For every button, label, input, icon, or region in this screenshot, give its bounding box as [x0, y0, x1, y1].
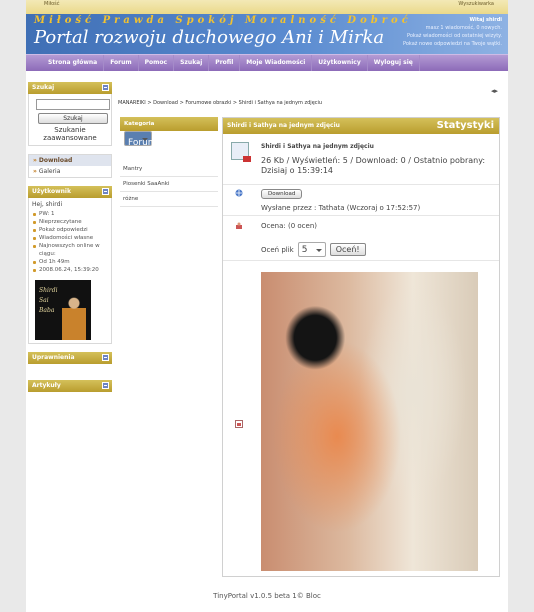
image-file-icon	[231, 142, 251, 162]
rate-form: Oceń plik 5 Oceń!	[261, 242, 366, 257]
user-item[interactable]: Najnowszych online w ciągu:	[32, 242, 108, 258]
bullet-icon: »	[33, 157, 37, 164]
category-item[interactable]: Piosenki SaaAnki	[120, 177, 218, 192]
avatar-text: Baba	[39, 307, 55, 314]
category-list: Kategoria Forumowe obrazki Mantry Piosen…	[120, 117, 218, 207]
nav-logout[interactable]: Wyloguj się	[368, 55, 420, 71]
search-box: Szukaj Szukanie zaawansowane	[28, 94, 112, 146]
menu-item-label: Download	[38, 157, 73, 164]
site-header: Miłość Prawda Spokój Moralność Dobroć Po…	[26, 14, 508, 54]
file-panel-title: Shirdi i Sathya na jednym zdjęciu	[227, 122, 340, 129]
user-item[interactable]: PW: 1	[32, 210, 108, 218]
user-greeting: Witaj shirdi	[469, 17, 502, 23]
site-title[interactable]: Portal rozwoju duchowego Ani i Mirka	[34, 27, 384, 48]
user-item[interactable]: Pokaż odpowiedzi	[32, 226, 108, 234]
menu-item-download[interactable]: » Download	[29, 155, 111, 166]
category-item[interactable]: Forumowe obrazki	[124, 131, 175, 163]
file-panel-header: Shirdi i Sathya na jednym zdjęciu Statys…	[223, 118, 499, 134]
perms-title: Uprawnienia	[32, 354, 75, 361]
avatar: Shirdi Sai Baba	[35, 280, 91, 340]
footer-credit: TinyPortal v1.0.5 beta 1© Bloc	[213, 592, 321, 600]
download-row: Download Wysłane przez : Tathata (Wczora…	[223, 185, 499, 216]
rating-text: Ocena: (0 ocen)	[261, 222, 317, 230]
page: Miłość Wyszukiwarka Miłość Prawda Spokój…	[26, 0, 508, 612]
bullet-icon: »	[33, 168, 37, 175]
nav-profile[interactable]: Profil	[209, 55, 241, 71]
stats-link[interactable]: Statystyki	[437, 118, 494, 134]
top-right-label[interactable]: Wyszukiwarka	[458, 1, 494, 7]
collapse-icon[interactable]	[102, 84, 109, 91]
user-replies[interactable]: Pokaż nowe odpowiedzi na Twoje wątki.	[403, 40, 502, 48]
file-info-row: Shirdi i Sathya na jednym zdjęciu 26 Kb …	[223, 134, 499, 185]
rate-button[interactable]: Oceń!	[329, 243, 366, 256]
collapse-icon[interactable]	[102, 188, 109, 195]
search-box-title: Szukaj	[32, 84, 55, 91]
user-messages[interactable]: masz 1 wiadomość, 0 nowych.	[403, 24, 502, 32]
nav-home[interactable]: Strona główna	[42, 55, 105, 71]
main-nav: Strona główna Forum Pomoc Szukaj Profil …	[26, 54, 508, 71]
search-box-header: Szukaj	[28, 82, 112, 94]
download-button[interactable]: Download	[261, 189, 303, 199]
category-item[interactable]: różne	[120, 192, 218, 207]
rating-icon	[236, 222, 242, 229]
user-item[interactable]: Nieprzeczytane	[32, 218, 108, 226]
avatar-text: Shirdi	[39, 287, 58, 294]
image-icon	[235, 420, 243, 428]
breadcrumb[interactable]: MANAREIKI > Download > Forumowe obrazki …	[118, 100, 322, 106]
avatar-caption: Shirdi Sai Baba	[39, 286, 58, 316]
uploaded-by: Wysłane przez : Tathata (Wczoraj o 17:52…	[261, 204, 421, 212]
search-button[interactable]: Szukaj	[38, 113, 108, 124]
sidebar: Szukaj Szukaj Szukanie zaawansowane » Dow…	[28, 82, 112, 392]
user-hello: Hej, shirdi	[32, 201, 63, 208]
collapse-icon[interactable]	[102, 354, 109, 361]
user-unread[interactable]: Pokaż wiadomości od ostatniej wizyty.	[403, 32, 502, 40]
nav-forum[interactable]: Forum	[104, 55, 139, 71]
category-header: Kategoria	[120, 117, 218, 131]
avatar-text: Sai	[39, 297, 49, 304]
nav-users[interactable]: Użytkownicy	[312, 55, 368, 71]
nav-help[interactable]: Pomoc	[139, 55, 175, 71]
user-item: 2008.06.24, 15:39:20	[32, 266, 108, 274]
user-box-header: Użytkownik	[28, 186, 112, 198]
file-title: Shirdi i Sathya na jednym zdjęciu	[261, 143, 374, 150]
user-box-title: Użytkownik	[32, 188, 71, 195]
rate-label: Oceń plik	[261, 245, 294, 254]
avatar-figure	[62, 294, 86, 340]
user-box: Witaj shirdi masz 1 wiadomość, 0 nowych.…	[403, 16, 502, 48]
file-stats: 26 Kb / Wyświetleń: 5 / Download: 0 / Os…	[261, 156, 486, 175]
nav-search[interactable]: Szukaj	[174, 55, 210, 71]
rating-row: Ocena: (0 ocen) Oceń plik 5 Oceń!	[223, 216, 499, 261]
articles-box-header: Artykuły	[28, 380, 112, 392]
search-input[interactable]	[36, 99, 110, 110]
motto: Miłość Prawda Spokój Moralność Dobroć	[34, 15, 412, 26]
collapse-arrows-icon[interactable]: ◂▸	[491, 87, 498, 95]
advanced-search-link[interactable]: Szukanie zaawansowane	[32, 126, 108, 142]
user-item: Od 1h 49m	[32, 258, 108, 266]
perms-box-header: Uprawnienia	[28, 352, 112, 364]
rate-select[interactable]: 5	[297, 242, 326, 257]
menu-item-label: Galeria	[38, 168, 61, 175]
nav-messages[interactable]: Moje Wiadomości	[240, 55, 313, 71]
file-preview-image[interactable]	[261, 272, 478, 571]
menu-box: » Download » Galeria	[28, 154, 112, 178]
articles-title: Artykuły	[32, 382, 61, 389]
user-item[interactable]: Wiadomości własne	[32, 234, 108, 242]
top-left-label: Miłość	[44, 1, 60, 7]
menu-item-gallery[interactable]: » Galeria	[29, 166, 111, 177]
collapse-icon[interactable]	[102, 382, 109, 389]
user-panel: Hej, shirdi PW: 1 Nieprzeczytane Pokaż o…	[28, 198, 112, 344]
top-strip: Miłość Wyszukiwarka	[26, 0, 508, 14]
file-panel: Shirdi i Sathya na jednym zdjęciu Statys…	[222, 117, 500, 577]
globe-icon	[235, 189, 243, 197]
